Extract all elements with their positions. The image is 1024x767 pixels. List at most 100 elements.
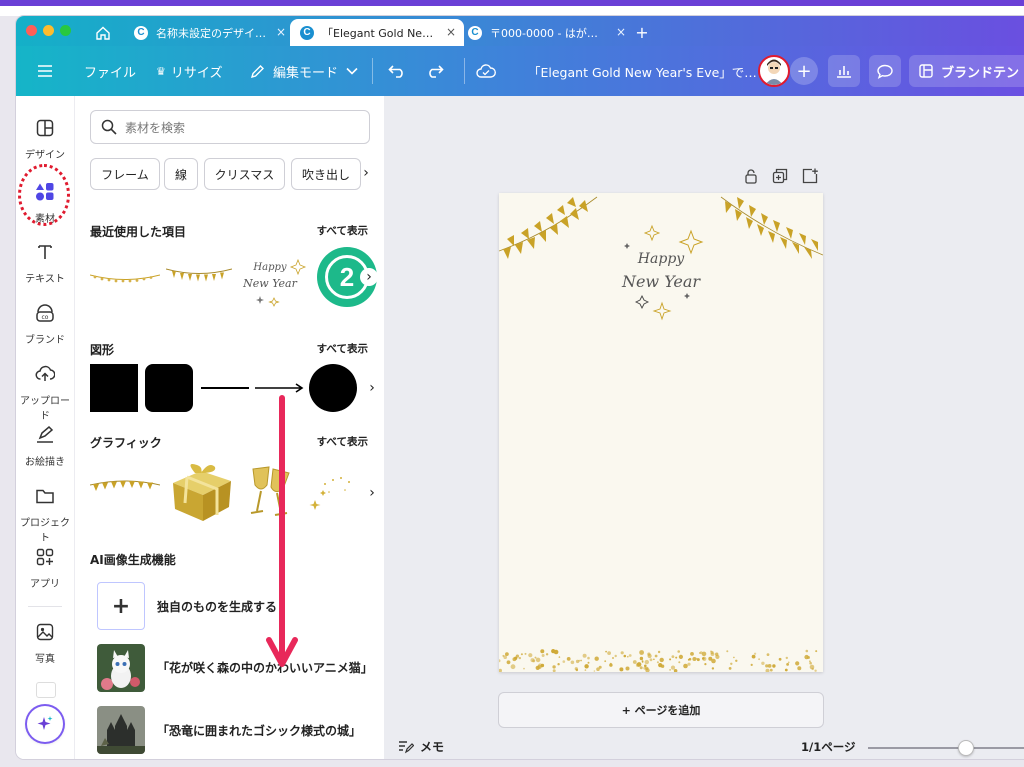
graphics-section-header: グラフィック すべて表示 xyxy=(90,434,368,451)
confetti-dot xyxy=(632,660,637,664)
cloud-save-status[interactable] xyxy=(476,46,496,96)
resize-button[interactable]: ♛ リサイズ xyxy=(156,46,223,96)
add-page-button[interactable]: + ページを追加 xyxy=(498,692,824,728)
close-tab-icon[interactable]: × xyxy=(446,25,456,39)
shapes-see-all-link[interactable]: すべて表示 xyxy=(317,341,368,356)
ai-suggestion-castle[interactable]: 「恐竜に囲まれたゴシック様式の城」 xyxy=(97,706,361,754)
rail-item-upload[interactable]: アップロード xyxy=(16,362,74,422)
rail-label: プロジェクト xyxy=(20,518,70,544)
user-avatar[interactable] xyxy=(758,55,790,87)
shape-arrow-line[interactable] xyxy=(255,382,305,394)
page-count[interactable]: 1/1ページ xyxy=(801,739,855,755)
rail-item-projects[interactable]: プロジェクト xyxy=(16,484,74,544)
rail-item-design[interactable]: デザイン xyxy=(16,116,74,161)
card-text-new-year[interactable]: New Year xyxy=(621,272,701,291)
sparkle-icon xyxy=(37,716,53,730)
element-search-input[interactable]: 素材を検索 xyxy=(90,110,370,144)
confetti-dot xyxy=(625,666,630,671)
recent-next-icon[interactable]: › xyxy=(360,268,378,286)
rail-item-elements[interactable]: 素材 xyxy=(16,164,74,226)
tab-elegant-gold[interactable]: C 「Elegant Gold Ne… × xyxy=(290,19,464,46)
comments-button[interactable] xyxy=(869,55,901,87)
window-close-button[interactable] xyxy=(26,25,37,36)
confetti-dot xyxy=(628,654,632,657)
card-text-happy[interactable]: Happy xyxy=(637,251,685,267)
confetti-dot xyxy=(754,652,757,655)
chip-line[interactable]: 線 xyxy=(164,158,198,190)
shapes-next-icon[interactable]: › xyxy=(363,379,381,397)
recent-gold-garland-2[interactable] xyxy=(166,266,232,290)
confetti-dot xyxy=(587,656,590,660)
comment-icon xyxy=(877,64,893,79)
ai-suggestion-cat[interactable]: 「花が咲く森の中のかわいいアニメ猫」 xyxy=(97,644,373,692)
rail-item-brand[interactable]: co ブランド xyxy=(16,301,74,346)
close-tab-icon[interactable]: × xyxy=(276,25,286,39)
confetti-dot xyxy=(584,669,587,671)
edit-mode-dropdown[interactable]: 編集モード xyxy=(250,46,358,96)
insights-button[interactable] xyxy=(828,55,860,87)
chip-frame[interactable]: フレーム xyxy=(90,158,160,190)
invite-member-button[interactable]: + xyxy=(790,57,818,85)
graphics-next-icon[interactable]: › xyxy=(363,484,381,502)
window-zoom-button[interactable] xyxy=(60,25,71,36)
confetti-dot xyxy=(815,650,818,653)
zoom-slider-track[interactable] xyxy=(868,747,1024,749)
confetti-dot xyxy=(541,654,545,657)
chip-speech-bubble[interactable]: 吹き出し xyxy=(291,158,361,190)
confetti-dot xyxy=(515,654,519,658)
rail-label: ブランド xyxy=(25,335,65,346)
undo-button[interactable] xyxy=(388,46,406,96)
document-title[interactable]: 「Elegant Gold New Year's Eve」で… xyxy=(528,46,757,96)
confetti-dot xyxy=(534,656,537,659)
upload-icon xyxy=(33,362,57,386)
recent-happy-new-year-text-graphic[interactable]: Happy New Year xyxy=(240,250,308,310)
ai-generate-button[interactable]: + 独自のものを生成する xyxy=(97,582,277,630)
confetti-dot xyxy=(767,664,772,668)
chips-next-icon[interactable]: › xyxy=(357,164,375,182)
recent-gold-garland-1[interactable] xyxy=(90,272,160,286)
tab-untitled-design[interactable]: C 名称未設定のデザイ… × xyxy=(124,19,294,46)
folder-icon xyxy=(33,484,57,508)
rail-item-draw[interactable]: お絵描き xyxy=(16,423,74,468)
confetti-dot xyxy=(535,657,541,663)
graphic-gift-box[interactable] xyxy=(165,459,237,525)
rail-item-text[interactable]: テキスト xyxy=(16,240,74,285)
confetti-dot xyxy=(784,668,788,672)
close-tab-icon[interactable]: × xyxy=(616,25,626,39)
recent-see-all-link[interactable]: すべて表示 xyxy=(317,223,368,238)
search-placeholder: 素材を検索 xyxy=(125,120,186,135)
design-page[interactable]: Happy New Year xyxy=(499,193,823,672)
shape-circle[interactable] xyxy=(309,364,357,412)
confetti-dot xyxy=(687,662,691,666)
file-menu-button[interactable]: ファイル xyxy=(84,46,136,96)
add-page-icon[interactable] xyxy=(802,168,818,184)
chip-christmas[interactable]: クリスマス xyxy=(204,158,285,190)
confetti-dot xyxy=(678,661,681,664)
rail-item-photos[interactable]: 写真 xyxy=(16,620,74,665)
shape-rounded-square[interactable] xyxy=(145,364,193,412)
home-tab[interactable] xyxy=(88,19,118,46)
confetti-dot xyxy=(635,663,640,667)
menu-button[interactable] xyxy=(38,46,52,96)
zoom-slider-handle[interactable] xyxy=(958,740,974,756)
graphic-gold-stars[interactable] xyxy=(305,474,357,516)
window-minimize-button[interactable] xyxy=(43,25,54,36)
elements-panel: 素材を検索 フレーム 線 クリスマス 吹き出し › 最近使用した項目 すべて表示… xyxy=(75,96,384,759)
magic-assistant-button[interactable] xyxy=(27,706,63,742)
lock-icon[interactable] xyxy=(744,168,758,184)
shape-square[interactable] xyxy=(90,364,138,412)
confetti-dot xyxy=(786,663,789,666)
confetti-dot xyxy=(761,661,765,665)
duplicate-page-icon[interactable] xyxy=(772,168,788,184)
brand-template-button[interactable]: ブランドテン xyxy=(909,55,1024,87)
new-tab-button[interactable]: + xyxy=(632,19,652,46)
graphics-see-all-link[interactable]: すべて表示 xyxy=(317,434,368,449)
shape-line[interactable] xyxy=(201,387,249,389)
graphic-bunting[interactable] xyxy=(90,479,160,499)
rail-item-apps[interactable]: アプリ xyxy=(16,545,74,590)
notes-button[interactable]: メモ xyxy=(398,738,444,755)
confetti-dot xyxy=(677,650,680,653)
more-apps-icon[interactable] xyxy=(36,682,56,698)
redo-button[interactable] xyxy=(426,46,444,96)
tab-postcard[interactable]: C 〒000-0000 - はが… × xyxy=(458,19,634,46)
